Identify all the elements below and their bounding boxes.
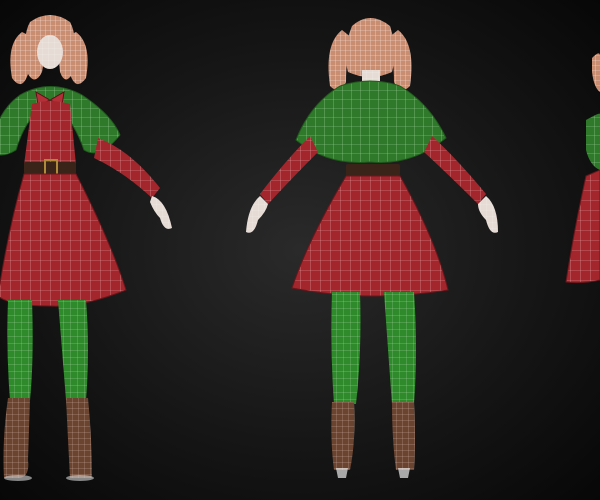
back-boot-right bbox=[392, 402, 415, 470]
side-cape bbox=[586, 113, 600, 170]
back-head bbox=[345, 18, 395, 77]
back-skirt bbox=[291, 175, 449, 297]
character-model-views bbox=[0, 15, 600, 481]
front-leg-right bbox=[58, 300, 88, 400]
side-skirt bbox=[565, 169, 600, 284]
back-hand-left bbox=[246, 196, 268, 233]
front-boot-right bbox=[66, 398, 92, 478]
back-leg-left bbox=[331, 292, 361, 404]
back-heel-left bbox=[336, 468, 348, 478]
front-sleeve-right bbox=[94, 138, 160, 198]
back-belt bbox=[346, 164, 400, 176]
front-view-figure bbox=[0, 15, 172, 481]
front-boot-sole-left bbox=[4, 475, 32, 481]
back-sleeve-right bbox=[424, 136, 486, 204]
front-bodice bbox=[24, 101, 76, 168]
side-view-figure-cropped bbox=[565, 53, 600, 284]
back-leg-right bbox=[384, 292, 416, 404]
back-boot-left bbox=[331, 402, 355, 470]
front-boot-left bbox=[3, 398, 30, 478]
render-stage bbox=[0, 0, 600, 500]
back-sleeve-left bbox=[260, 136, 318, 204]
front-boot-sole-right bbox=[66, 475, 94, 481]
front-face bbox=[37, 35, 63, 69]
back-hand-right bbox=[478, 196, 498, 233]
front-skirt bbox=[0, 173, 127, 307]
front-hand-right bbox=[150, 196, 172, 229]
back-cape bbox=[295, 80, 447, 163]
back-heel-right bbox=[398, 468, 410, 478]
front-pigtail-right bbox=[68, 32, 88, 85]
side-hair bbox=[592, 53, 600, 92]
front-pigtail-left bbox=[10, 32, 30, 85]
front-belt bbox=[24, 162, 76, 174]
back-view-figure bbox=[246, 18, 498, 478]
front-leg-left bbox=[7, 300, 33, 400]
